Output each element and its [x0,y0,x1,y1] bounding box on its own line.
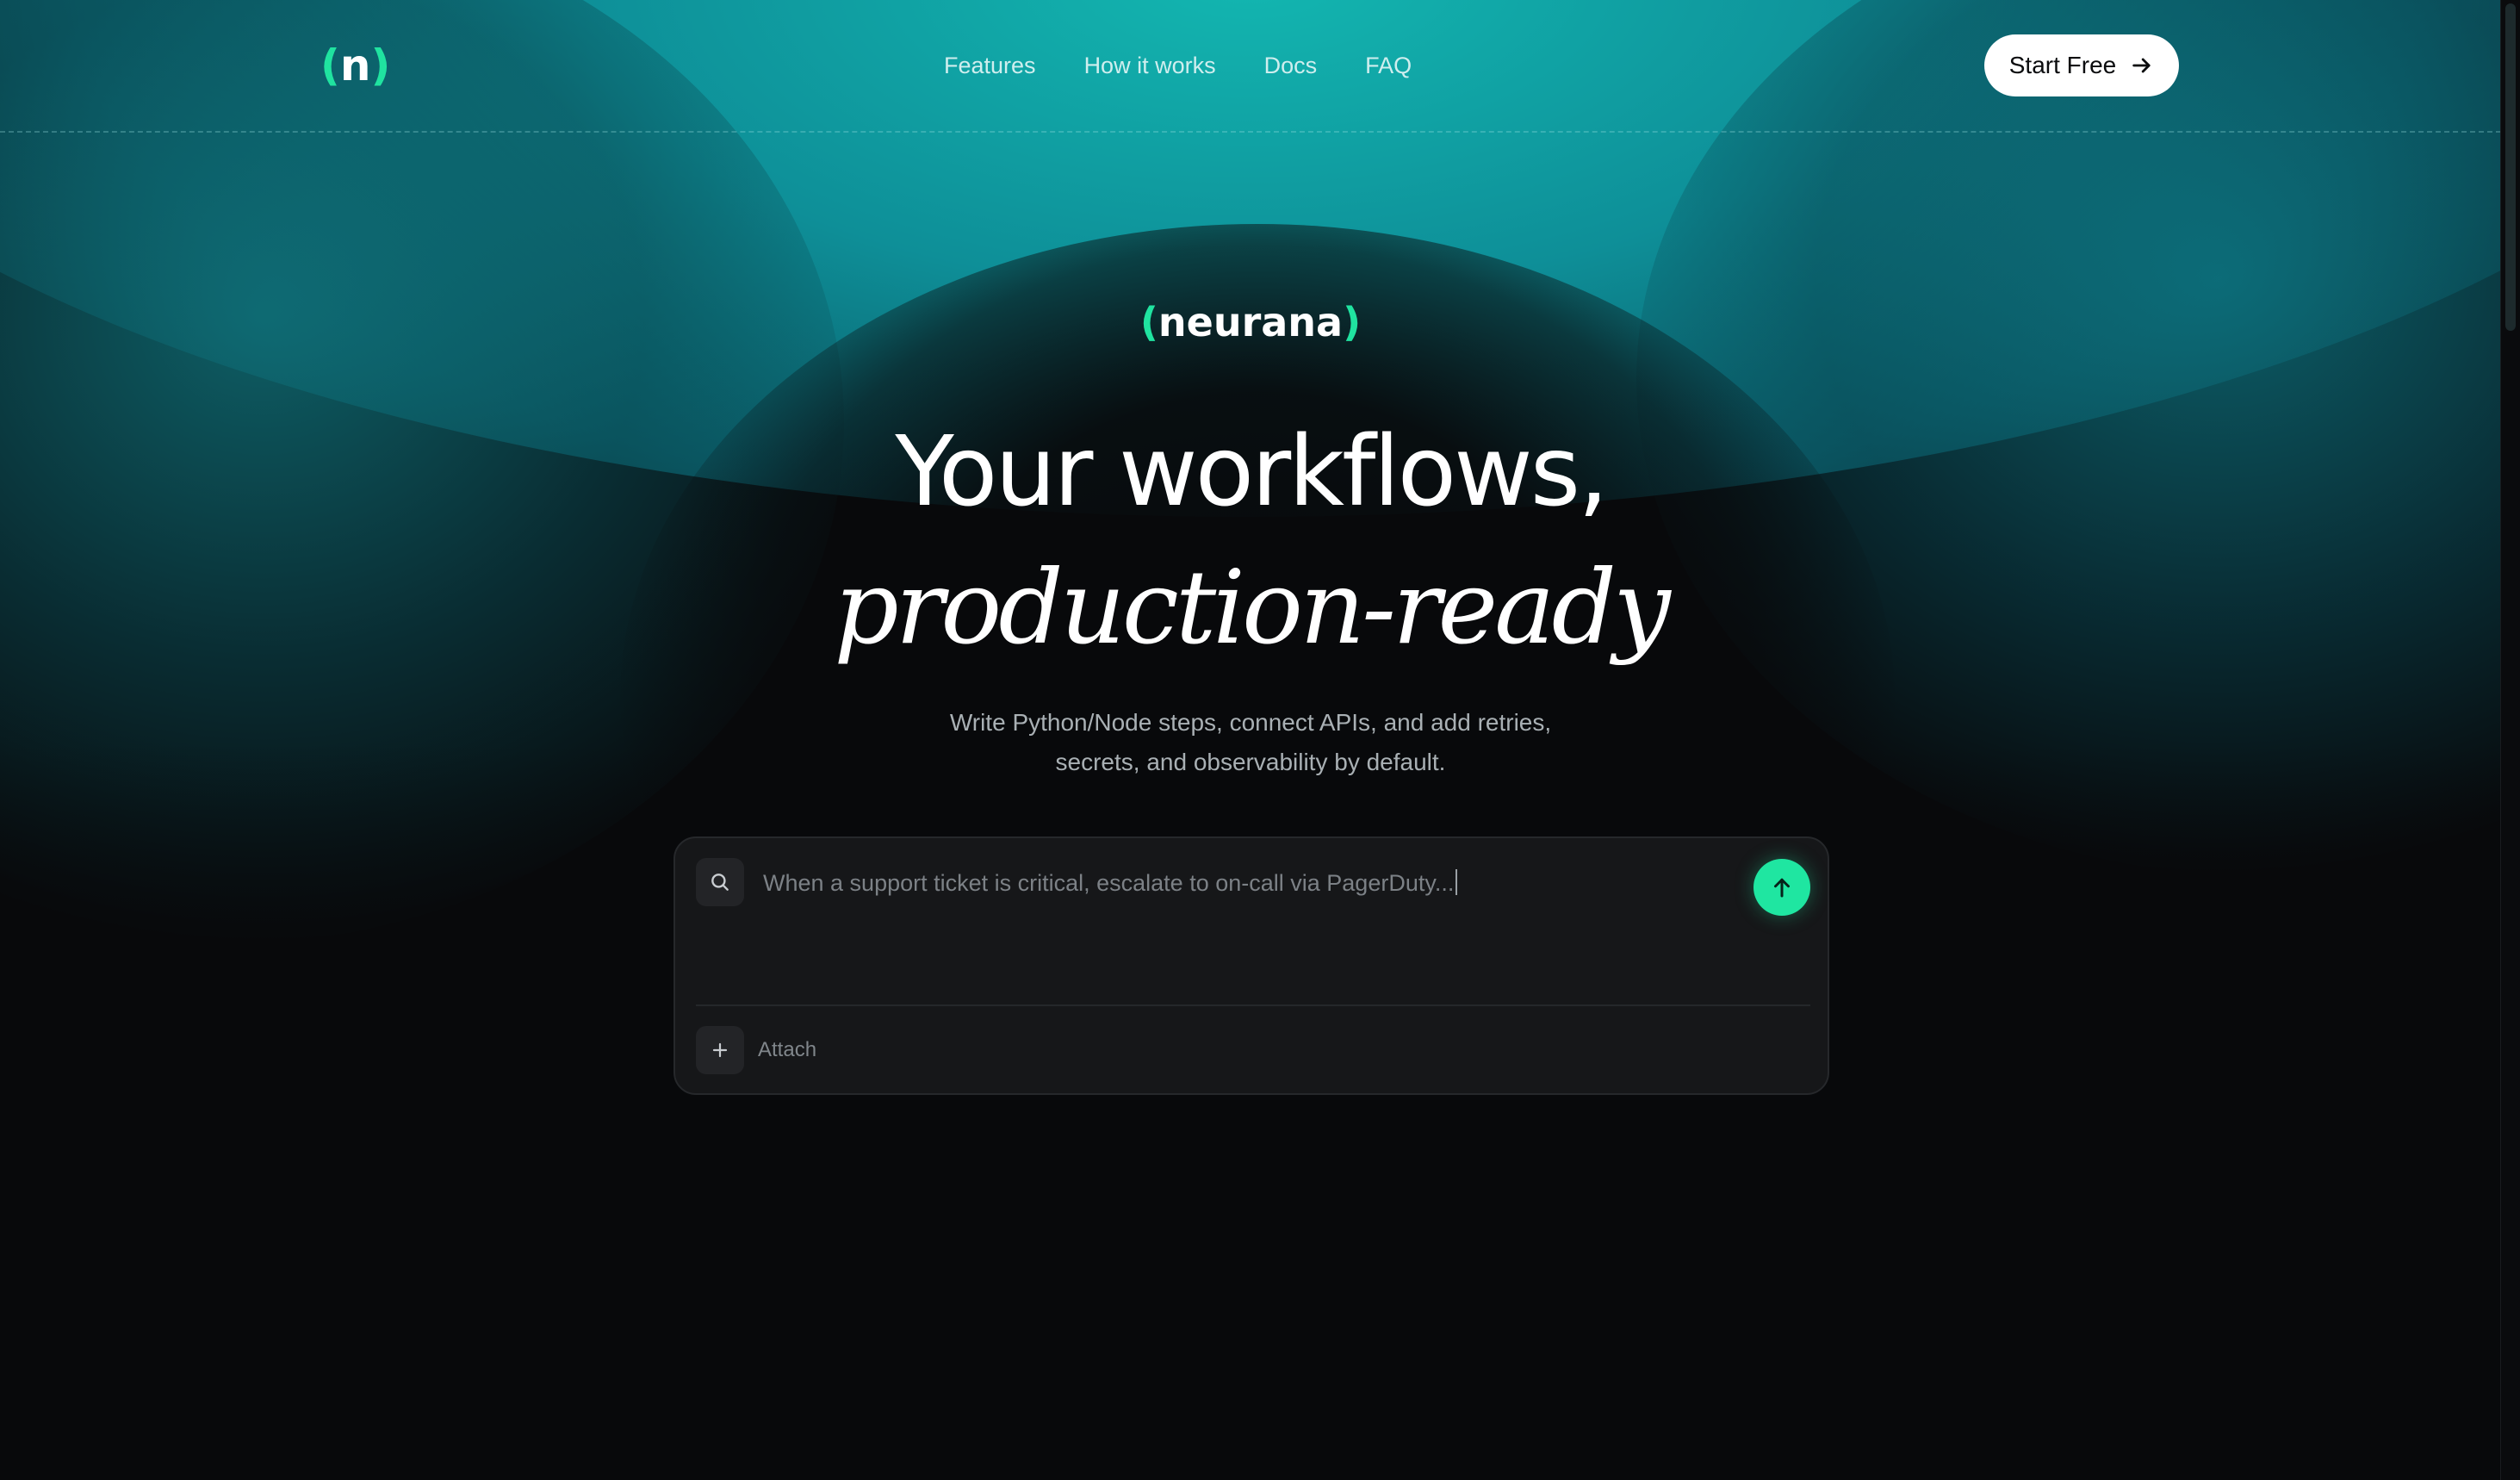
nav-link-how-it-works[interactable]: How it works [1084,48,1216,83]
text-caret [1456,869,1458,895]
nav-link-docs[interactable]: Docs [1264,48,1318,83]
hero-headline-italic: production-ready [834,548,1670,667]
brand-paren-close: ) [1343,299,1362,345]
site-header: (n) Features How it works Docs FAQ Start… [0,0,2501,133]
logo-letter: n [339,40,371,90]
arrow-up-icon [1774,878,1790,898]
hero-subtitle: Write Python/Node steps, connect APIs, a… [0,703,2501,782]
search-icon [696,858,744,906]
attach-button[interactable] [696,1026,744,1074]
brand-paren-open: ( [1139,299,1158,345]
start-free-label: Start Free [2008,52,2117,78]
prompt-divider [696,1004,1810,1006]
hero-subtitle-line-1: Write Python/Node steps, connect APIs, a… [949,709,1552,736]
page-scrollbar[interactable] [2500,0,2520,1480]
prompt-input[interactable]: When a support ticket is critical, escal… [763,864,1693,902]
nav-link-faq[interactable]: FAQ [1365,48,1412,83]
logo-paren-open: ( [320,40,340,90]
attach-label[interactable]: Attach [758,1033,816,1067]
hero-subtitle-line-2: secrets, and observability by default. [1055,749,1446,775]
arrow-right-icon [2132,58,2151,73]
plus-icon [712,1042,728,1058]
prompt-box: When a support ticket is critical, escal… [673,836,1829,1095]
hero-headline: Your workflows, [895,416,1608,528]
scrollbar-thumb[interactable] [2505,3,2516,331]
send-button[interactable] [1753,859,1810,916]
prompt-input-text: When a support ticket is critical, escal… [763,870,1455,896]
logo[interactable]: (n) [320,38,390,93]
logo-paren-close: ) [370,40,391,90]
brand-name: neurana [1158,299,1344,345]
brand-wordmark: (neurana) [0,295,2501,350]
start-free-button[interactable]: Start Free [1984,34,2179,96]
nav-link-features[interactable]: Features [944,48,1036,83]
main-nav: Features How it works Docs FAQ [944,48,1412,83]
